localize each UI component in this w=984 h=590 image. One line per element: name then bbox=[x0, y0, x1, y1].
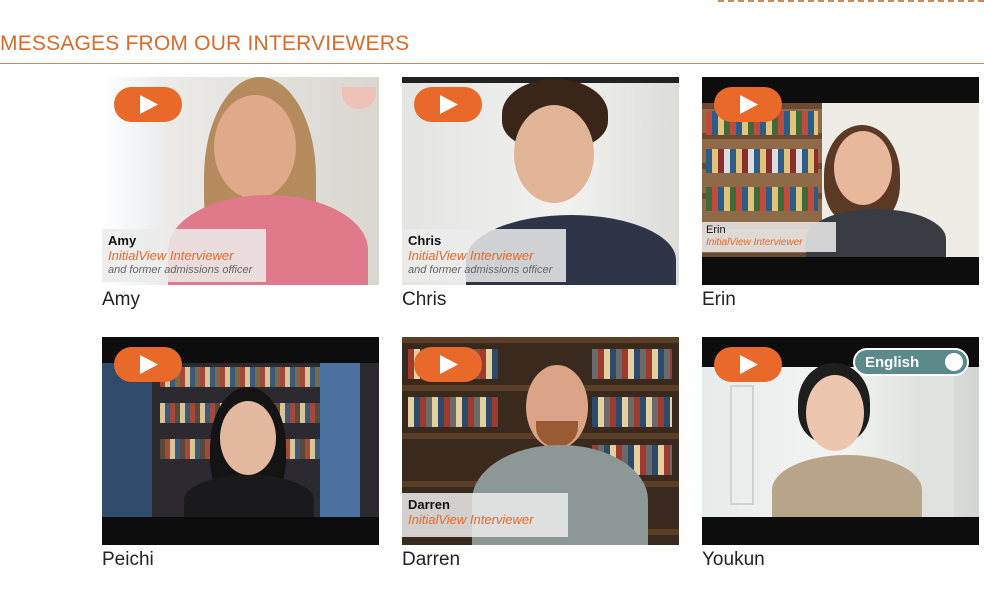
video-thumbnail-peichi[interactable] bbox=[102, 337, 379, 545]
caption-name: Erin bbox=[706, 224, 726, 236]
play-icon bbox=[740, 355, 758, 374]
video-card-darren: Darren InitialView Interviewer Darren bbox=[402, 337, 679, 571]
video-card-peichi: Peichi bbox=[102, 337, 379, 571]
caption-role: InitialView Interviewer bbox=[706, 237, 803, 248]
top-dashed-divider bbox=[718, 0, 984, 2]
interviewer-name: Peichi bbox=[102, 549, 154, 570]
play-icon bbox=[440, 95, 458, 114]
caption-name: Chris bbox=[408, 233, 442, 248]
play-button-youkun[interactable] bbox=[714, 347, 782, 382]
play-icon bbox=[140, 355, 158, 374]
caption-role: InitialView Interviewer bbox=[408, 248, 534, 263]
video-card-youkun: English Youkun bbox=[702, 337, 979, 571]
caption-amy: Amy InitialView Interviewer and former a… bbox=[102, 229, 266, 282]
play-icon bbox=[740, 95, 758, 114]
language-toggle[interactable]: English bbox=[853, 348, 969, 376]
caption-role: InitialView Interviewer bbox=[108, 248, 234, 263]
video-thumbnail-amy[interactable]: Amy InitialView Interviewer and former a… bbox=[102, 77, 379, 285]
interviewer-name: Youkun bbox=[702, 549, 765, 570]
caption-role: InitialView Interviewer bbox=[408, 512, 534, 527]
video-thumbnail-chris[interactable]: Chris InitialView Interviewer and former… bbox=[402, 77, 679, 285]
toggle-knob-icon bbox=[945, 353, 963, 371]
language-toggle-label: English bbox=[865, 354, 920, 371]
play-button-erin[interactable] bbox=[714, 87, 782, 122]
caption-sub: and former admissions officer bbox=[408, 264, 553, 276]
video-thumbnail-darren[interactable]: Darren InitialView Interviewer bbox=[402, 337, 679, 545]
play-button-chris[interactable] bbox=[414, 87, 482, 122]
video-card-amy: Amy InitialView Interviewer and former a… bbox=[102, 77, 379, 311]
section-rule bbox=[0, 63, 984, 64]
caption-name: Darren bbox=[408, 497, 450, 512]
caption-erin: Erin InitialView Interviewer bbox=[702, 222, 836, 252]
video-thumbnail-erin[interactable]: Erin InitialView Interviewer bbox=[702, 77, 979, 285]
video-card-chris: Chris InitialView Interviewer and former… bbox=[402, 77, 679, 311]
interviewer-name: Darren bbox=[402, 549, 461, 570]
section-title: MESSAGES FROM OUR INTERVIEWERS bbox=[0, 32, 410, 55]
interviewer-name: Erin bbox=[702, 289, 736, 310]
caption-chris: Chris InitialView Interviewer and former… bbox=[402, 229, 566, 282]
caption-darren: Darren InitialView Interviewer bbox=[402, 493, 568, 537]
play-button-darren[interactable] bbox=[414, 347, 482, 382]
caption-sub: and former admissions officer bbox=[108, 264, 253, 276]
play-button-peichi[interactable] bbox=[114, 347, 182, 382]
interviewer-name: Chris bbox=[402, 289, 447, 310]
video-thumbnail-youkun[interactable]: English bbox=[702, 337, 979, 545]
caption-name: Amy bbox=[108, 233, 137, 248]
play-icon bbox=[140, 95, 158, 114]
interviewer-name: Amy bbox=[102, 289, 140, 310]
video-card-erin: Erin InitialView Interviewer Erin bbox=[702, 77, 979, 311]
play-button-amy[interactable] bbox=[114, 87, 182, 122]
play-icon bbox=[440, 355, 458, 374]
